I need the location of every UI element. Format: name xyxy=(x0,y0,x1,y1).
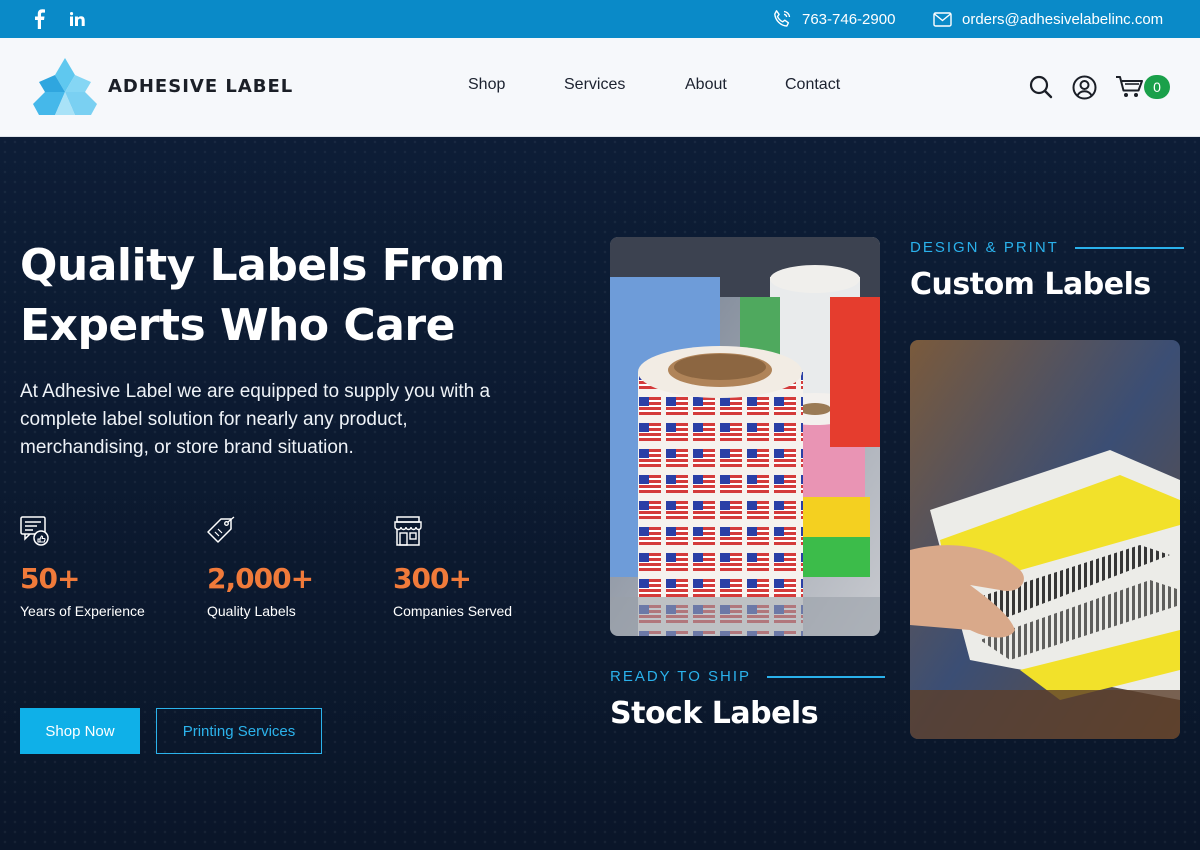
logo-text: ADHESIVE LABEL xyxy=(108,76,294,97)
custom-eyebrow: DESIGN & PRINT xyxy=(910,239,1184,256)
cart-icon[interactable] xyxy=(1115,74,1145,100)
stock-labels-image[interactable] xyxy=(610,237,880,636)
phone-number: 763-746-2900 xyxy=(802,10,896,28)
stock-labels-title[interactable]: Stock Labels xyxy=(610,696,819,731)
stat-years: 50+ Years of Experience xyxy=(20,516,190,619)
logo[interactable]: ADHESIVE LABEL xyxy=(33,58,293,115)
search-icon[interactable] xyxy=(1029,74,1053,100)
cart-count-badge: 0 xyxy=(1144,75,1170,99)
top-bar: 763-746-2900 orders@adhesivelabelinc.com xyxy=(0,0,1200,38)
eyebrow-divider xyxy=(767,675,886,678)
printing-services-button[interactable]: Printing Services xyxy=(156,708,322,754)
stat-value: 50+ xyxy=(20,562,80,595)
stat-label: Years of Experience xyxy=(20,603,145,619)
logo-mark-icon xyxy=(33,58,97,115)
phone-link[interactable]: 763-746-2900 xyxy=(772,0,895,38)
linkedin-icon[interactable] xyxy=(66,0,88,38)
stock-eyebrow-text: READY TO SHIP xyxy=(610,668,752,685)
custom-labels-image[interactable] xyxy=(910,340,1180,739)
nav-about[interactable]: About xyxy=(685,76,727,94)
account-icon[interactable] xyxy=(1071,74,1097,100)
eyebrow-divider xyxy=(1074,246,1184,249)
store-icon xyxy=(393,516,563,548)
tag-icon xyxy=(207,516,377,548)
stat-labels: 2,000+ Quality Labels xyxy=(207,516,377,619)
nav-shop[interactable]: Shop xyxy=(468,76,505,94)
envelope-icon xyxy=(933,11,952,27)
facebook-icon[interactable] xyxy=(28,0,50,38)
stock-eyebrow: READY TO SHIP xyxy=(610,668,886,685)
phone-icon xyxy=(774,10,791,27)
stat-companies: 300+ Companies Served xyxy=(393,516,563,619)
stat-label: Quality Labels xyxy=(207,603,296,619)
stat-value: 300+ xyxy=(393,562,472,595)
email-link[interactable]: orders@adhesivelabelinc.com xyxy=(933,0,1163,38)
nav-services[interactable]: Services xyxy=(564,76,625,94)
hero-title: Quality Labels From Experts Who Care xyxy=(20,240,505,351)
feedback-icon xyxy=(20,516,190,548)
stat-label: Companies Served xyxy=(393,603,513,619)
site-header: ADHESIVE LABEL Shop Services About Conta… xyxy=(0,38,1200,137)
shop-now-button[interactable]: Shop Now xyxy=(20,708,140,754)
nav-contact[interactable]: Contact xyxy=(785,76,840,94)
custom-labels-title[interactable]: Custom Labels xyxy=(910,267,1151,302)
hero-description: At Adhesive Label we are equipped to sup… xyxy=(20,381,491,458)
custom-eyebrow-text: DESIGN & PRINT xyxy=(910,239,1059,256)
stat-value: 2,000+ xyxy=(207,562,314,595)
email-address: orders@adhesivelabelinc.com xyxy=(962,10,1164,28)
